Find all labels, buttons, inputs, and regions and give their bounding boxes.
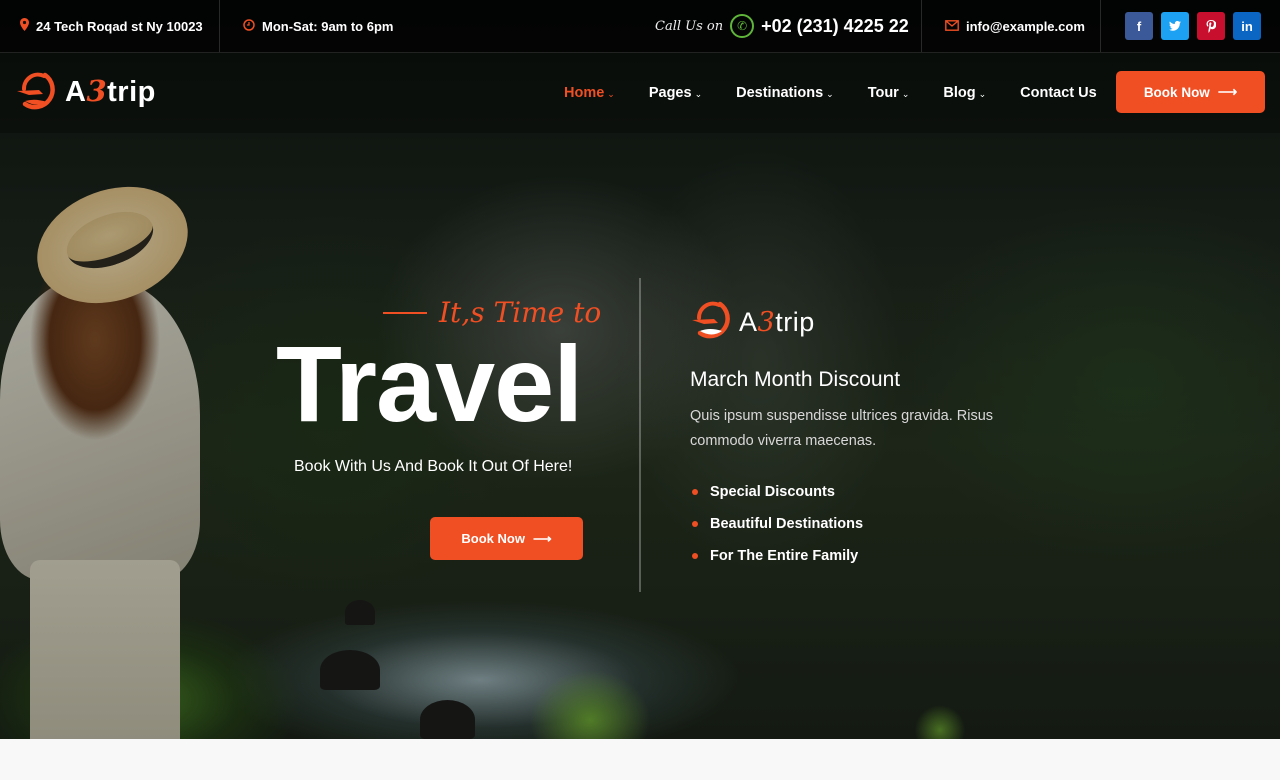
pinterest-icon[interactable]	[1197, 12, 1225, 40]
promo-logo: A3trip	[690, 300, 815, 345]
tagline-line	[383, 311, 427, 314]
nav-item-tour[interactable]: Tour ⌄	[868, 85, 910, 101]
chevron-down-icon: ⌄	[607, 89, 615, 99]
hours-info: Mon-Sat: 9am to 6pm	[243, 0, 393, 52]
promo-title: March Month Discount	[690, 368, 901, 391]
chevron-down-icon: ⌄	[694, 89, 703, 99]
envelope-icon	[945, 19, 959, 34]
facebook-icon[interactable]: f	[1125, 12, 1153, 40]
email-text[interactable]: info@example.com	[966, 19, 1085, 34]
promo-description: Quis ipsum suspendisse ultrices gravida.…	[690, 408, 994, 449]
whatsapp-icon: ✆	[730, 14, 755, 38]
linkedin-icon[interactable]: in	[1233, 12, 1261, 40]
list-item: Special Discounts	[692, 476, 863, 508]
twitter-icon[interactable]	[1161, 12, 1189, 40]
address-text: 24 Tech Roqad st Ny 10023	[36, 18, 203, 34]
main-menu: Home ⌄ Pages ⌄ Destinations ⌄ Tour ⌄ Blog ⌄ C…	[564, 53, 1131, 133]
divider	[921, 0, 922, 52]
main-navbar: A3trip Home ⌄ Pages ⌄ Destinations ⌄ Tour ⌄ …	[0, 53, 1280, 133]
hours-text: Mon-Sat: 9am to 6pm	[262, 18, 394, 34]
social-links: f in	[1125, 12, 1261, 40]
promo-feature-list: Special Discounts Beautiful Destinations…	[692, 476, 863, 572]
nav-item-blog[interactable]: Blog ⌄	[943, 85, 986, 101]
nav-item-home[interactable]: Home ⌄	[564, 85, 615, 101]
nav-item-contact-us[interactable]: Contact Us	[1020, 85, 1097, 101]
hero-subtitle: Book With Us And Book It Out Of Here!	[294, 458, 573, 475]
top-bar: 24 Tech Roqad st Ny 10023 Mon-Sat: 9am t…	[0, 0, 1280, 53]
email-info[interactable]: info@example.com	[945, 0, 1085, 52]
address-info: 24 Tech Roqad st Ny 10023	[20, 0, 203, 52]
chevron-down-icon: ⌄	[978, 89, 987, 99]
bullet-icon	[692, 489, 698, 495]
nav-book-now-button[interactable]: Book Now ⟶	[1116, 71, 1265, 113]
call-info[interactable]: Call Us on ✆ +02 (231) 4225 22	[655, 0, 909, 52]
site-logo[interactable]: A3trip	[15, 71, 156, 111]
bullet-icon	[692, 521, 698, 527]
call-label: Call Us on	[655, 18, 724, 34]
logo-mark-icon	[15, 71, 59, 111]
chevron-down-icon: ⌄	[901, 89, 910, 99]
logo-mark-icon	[690, 300, 734, 345]
bullet-icon	[692, 553, 698, 559]
hero-title: Travel	[276, 323, 583, 444]
list-item: Beautiful Destinations	[692, 508, 863, 540]
logo-text: A3trip	[65, 73, 156, 108]
promo-logo-text: A3trip	[739, 307, 815, 338]
next-section	[0, 739, 1280, 780]
nav-item-pages[interactable]: Pages ⌄	[649, 85, 702, 101]
arrow-right-icon: ⟶	[532, 530, 552, 546]
arrow-right-icon: ⟶	[1217, 84, 1238, 99]
divider	[219, 0, 220, 52]
clock-icon	[243, 18, 255, 34]
map-marker-icon	[20, 18, 29, 34]
hero-divider	[639, 278, 641, 592]
divider	[1100, 0, 1101, 52]
nav-item-destinations[interactable]: Destinations ⌄	[736, 85, 834, 101]
list-item: For The Entire Family	[692, 540, 863, 572]
phone-number[interactable]: +02 (231) 4225 22	[761, 16, 909, 37]
hero-book-now-button[interactable]: Book Now ⟶	[430, 517, 583, 560]
chevron-down-icon: ⌄	[826, 89, 834, 99]
